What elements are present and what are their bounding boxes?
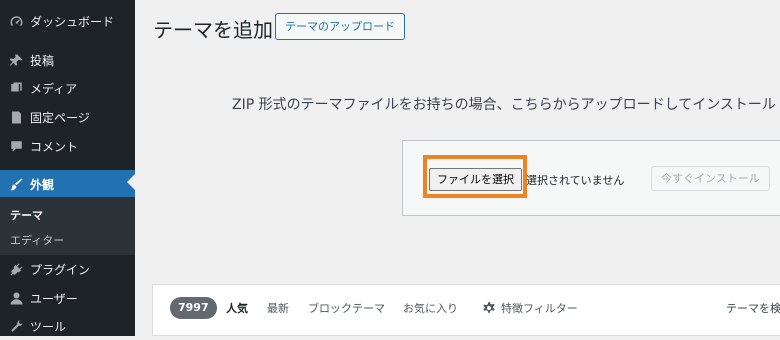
gear-icon[interactable] bbox=[482, 300, 496, 314]
active-menu-arrow bbox=[127, 174, 135, 190]
admin-sidebar: ダッシュボード 投稿 メディア 固定ページ コメント 外観 テーマ エディター bbox=[0, 0, 135, 336]
plugin-icon bbox=[8, 261, 24, 277]
no-file-selected-text: 選択されていません bbox=[526, 174, 625, 187]
user-icon bbox=[8, 290, 24, 306]
sidebar-item-label: プラグイン bbox=[30, 262, 91, 277]
upload-theme-button[interactable]: テーマのアップロード bbox=[275, 13, 405, 40]
sidebar-item-label: ダッシュボード bbox=[30, 14, 115, 29]
media-icon bbox=[8, 80, 24, 96]
sidebar-item-label: 投稿 bbox=[30, 53, 55, 68]
search-themes-label: テーマを検 bbox=[726, 302, 780, 315]
comment-icon bbox=[8, 138, 24, 154]
sidebar-item-appearance[interactable]: 外観 bbox=[0, 170, 135, 199]
theme-count-badge: 7997 bbox=[170, 297, 217, 319]
sidebar-item-label: メディア bbox=[30, 81, 78, 96]
pin-icon bbox=[8, 52, 24, 68]
submenu-item-themes[interactable]: テーマ bbox=[10, 207, 43, 223]
appearance-submenu: テーマ エディター bbox=[0, 197, 135, 255]
dashboard-icon bbox=[8, 13, 24, 29]
sidebar-item-label: 外観 bbox=[30, 178, 55, 192]
tab-latest[interactable]: 最新 bbox=[267, 300, 289, 316]
sidebar-item-label: ユーザー bbox=[30, 291, 78, 306]
page-icon bbox=[8, 109, 24, 125]
tab-block-themes[interactable]: ブロックテーマ bbox=[308, 300, 385, 316]
page-title: テーマを追加 bbox=[153, 18, 273, 42]
tab-favorites[interactable]: お気に入り bbox=[403, 300, 458, 316]
sidebar-item-plugins[interactable]: プラグイン bbox=[0, 255, 135, 283]
sidebar-item-comments[interactable]: コメント bbox=[0, 132, 135, 160]
upload-description: ZIP 形式のテーマファイルをお持ちの場合、こちらからアップロードしてインストー… bbox=[232, 97, 776, 113]
sidebar-item-posts[interactable]: 投稿 bbox=[0, 46, 135, 74]
submenu-item-editor[interactable]: エディター bbox=[10, 232, 64, 248]
sidebar-item-users[interactable]: ユーザー bbox=[0, 284, 135, 312]
brush-icon bbox=[8, 177, 24, 193]
sidebar-item-label: 固定ページ bbox=[30, 110, 90, 125]
highlight-annotation bbox=[423, 155, 527, 198]
wrench-icon bbox=[8, 318, 24, 334]
tab-popular[interactable]: 人気 bbox=[226, 300, 248, 316]
sidebar-item-label: ツール bbox=[30, 319, 67, 334]
sidebar-item-dashboard[interactable]: ダッシュボード bbox=[0, 7, 135, 35]
sidebar-item-label: コメント bbox=[30, 139, 79, 154]
sidebar-item-media[interactable]: メディア bbox=[0, 74, 135, 102]
tab-feature-filter[interactable]: 特徴フィルター bbox=[501, 300, 578, 316]
install-now-button[interactable]: 今すぐインストール bbox=[651, 166, 770, 191]
sidebar-item-pages[interactable]: 固定ページ bbox=[0, 103, 135, 131]
